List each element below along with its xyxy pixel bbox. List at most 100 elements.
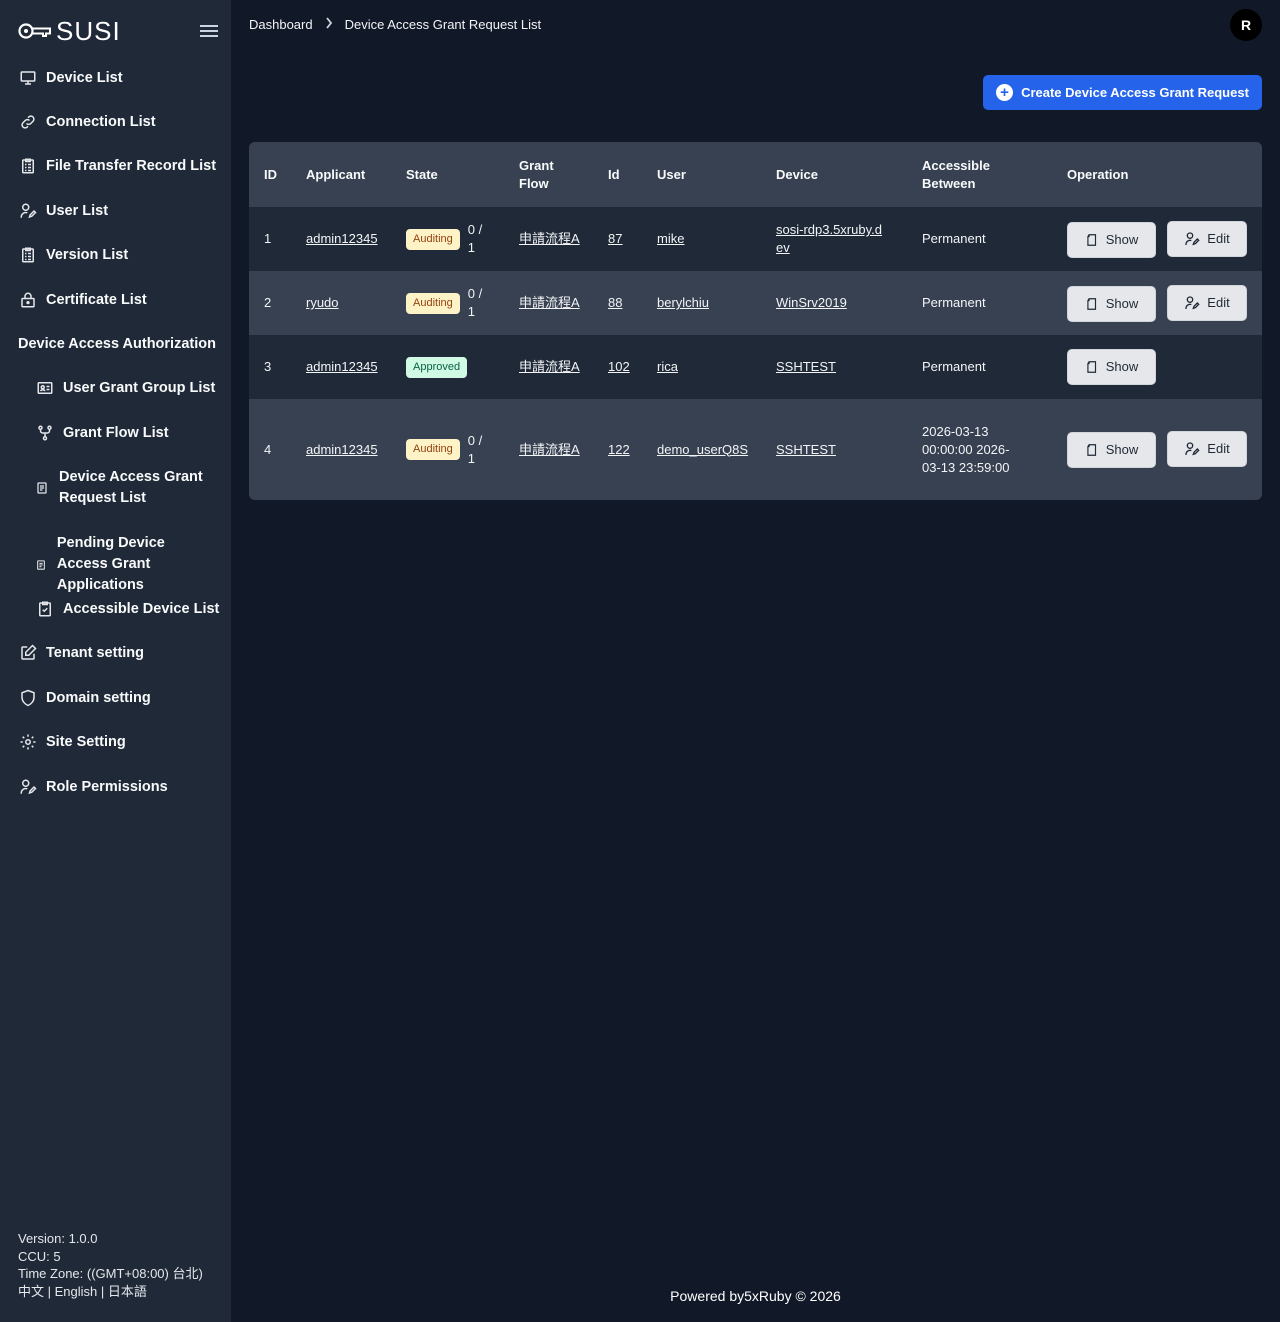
language-switcher: 中文 | English | 日本語 xyxy=(18,1283,203,1301)
cell-accessible-between: Permanent xyxy=(922,295,986,310)
create-device-access-grant-request-button[interactable]: + Create Device Access Grant Request xyxy=(983,75,1262,110)
user-link[interactable]: demo_userQ8S xyxy=(657,442,748,457)
lock-icon xyxy=(18,290,38,310)
sidebar-item-file-transfer-record-list[interactable]: File Transfer Record List xyxy=(18,156,216,176)
show-button[interactable]: Show xyxy=(1067,285,1156,322)
user-edit-icon xyxy=(18,201,38,221)
sidebar-group-device-access-authorization[interactable]: Device Access Authorization xyxy=(18,336,216,352)
sidebar-item-tenant-setting[interactable]: Tenant setting xyxy=(18,643,144,663)
user-link[interactable]: mike xyxy=(657,231,684,246)
document-icon xyxy=(1085,443,1099,457)
small-doc-icon xyxy=(35,478,49,498)
sidebar-item-label: Role Permissions xyxy=(46,779,168,795)
cell-id: 2 xyxy=(264,295,272,310)
cell-id: 4 xyxy=(264,441,272,457)
document-icon xyxy=(1085,297,1099,311)
user-edit-icon xyxy=(1184,441,1200,457)
user-edit-icon xyxy=(18,777,38,797)
cell-accessible-between: 2026-03-13 00:00:00 2026-03-13 23:59:00 xyxy=(922,423,1010,475)
device-link[interactable]: sosi-rdp3.5xruby.dev xyxy=(776,222,882,255)
device-link[interactable]: WinSrv2019 xyxy=(776,295,847,310)
breadcrumb-dashboard-link[interactable]: Dashboard xyxy=(249,17,313,32)
edit-button[interactable]: Edit xyxy=(1167,431,1247,467)
sidebar-item-site-setting[interactable]: Site Setting xyxy=(18,732,126,752)
sidebar-item-device-list[interactable]: Device List xyxy=(18,68,123,88)
sidebar-item-label: Device List xyxy=(46,70,123,86)
version-text: Version: 1.0.0 xyxy=(18,1231,98,1246)
sidebar-item-grant-flow-list[interactable]: Grant Flow List xyxy=(35,423,169,443)
column-header-id: ID xyxy=(264,166,277,182)
grant-flow-link[interactable]: 申請流程A xyxy=(519,231,580,246)
edit-button-label: Edit xyxy=(1207,230,1230,246)
grant-id-link[interactable]: 87 xyxy=(608,231,622,246)
user-link[interactable]: rica xyxy=(657,359,678,374)
sidebar-item-domain-setting[interactable]: Domain setting xyxy=(18,688,151,708)
edit-square-icon xyxy=(18,643,38,663)
applicant-link[interactable]: admin12345 xyxy=(306,359,378,374)
column-header-id-2: Id xyxy=(608,166,620,182)
sidebar-item-user-list[interactable]: User List xyxy=(18,201,108,221)
sidebar-item-label: User Grant Group List xyxy=(63,380,216,396)
table-header-row: ID Applicant State Grant Flow Id User De… xyxy=(249,142,1262,207)
show-button[interactable]: Show xyxy=(1067,432,1156,468)
id-card-icon xyxy=(35,378,55,398)
column-header-applicant: Applicant xyxy=(306,166,366,182)
show-button-label: Show xyxy=(1105,442,1139,457)
logo[interactable]: SUSI xyxy=(18,18,121,44)
small-doc-icon xyxy=(35,555,47,575)
sidebar-item-certificate-list[interactable]: Certificate List xyxy=(18,290,147,310)
lang-separator: | xyxy=(44,1283,55,1299)
grant-flow-link[interactable]: 申請流程A xyxy=(519,295,580,310)
lang-separator: | xyxy=(97,1283,108,1299)
grant-flow-link[interactable]: 申請流程A xyxy=(519,442,580,457)
lang-ja-link[interactable]: 日本語 xyxy=(108,1284,147,1299)
grant-id-link[interactable]: 88 xyxy=(608,295,622,310)
show-button[interactable]: Show xyxy=(1067,349,1156,385)
sidebar-item-device-access-grant-request-list[interactable]: Device Access Grant Request List xyxy=(35,467,215,509)
user-edit-icon xyxy=(1184,295,1200,311)
flow-branch-icon xyxy=(35,423,55,443)
applicant-link[interactable]: ryudo xyxy=(306,295,339,310)
avatar[interactable]: R xyxy=(1230,9,1262,41)
grant-id-link[interactable]: 122 xyxy=(608,442,630,457)
breadcrumb: Dashboard Device Access Grant Request Li… xyxy=(249,17,541,32)
sidebar-item-pending-device-access-grant-applications[interactable]: Pending Device Access Grant Applications xyxy=(35,533,215,596)
clipboard-list-icon xyxy=(18,245,38,265)
show-button-label: Show xyxy=(1105,359,1139,374)
table-row: 1 admin12345 Auditing 0 / 1 申請流程A 87 mike… xyxy=(249,207,1262,271)
sidebar-item-version-list[interactable]: Version List xyxy=(18,245,128,265)
sidebar-item-label: Domain setting xyxy=(46,690,151,706)
table-row: 2 ryudo Auditing 0 / 1 申請流程A 88 berylchiu… xyxy=(249,271,1262,335)
grant-id-link[interactable]: 102 xyxy=(608,359,630,374)
hamburger-menu-icon[interactable] xyxy=(200,22,218,42)
applicant-link[interactable]: admin12345 xyxy=(306,442,378,457)
grant-flow-link[interactable]: 申請流程A xyxy=(519,359,580,374)
powered-by-footer: Powered by5xRuby © 2026 xyxy=(670,1288,841,1304)
sidebar-item-connection-list[interactable]: Connection List xyxy=(18,112,156,132)
sidebar-item-role-permissions[interactable]: Role Permissions xyxy=(18,777,168,797)
lang-en-link[interactable]: English xyxy=(55,1284,98,1299)
sidebar-item-user-grant-group-list[interactable]: User Grant Group List xyxy=(35,378,215,398)
timezone-text: Time Zone: ((GMT+08:00) 台北) xyxy=(18,1266,203,1281)
edit-button-label: Edit xyxy=(1207,441,1230,456)
approval-progress: 0 / 1 xyxy=(467,222,483,255)
sidebar-item-label: Grant Flow List xyxy=(63,425,169,441)
sidebar-item-accessible-device-list[interactable]: Accessible Device List xyxy=(35,599,219,619)
sidebar-item-label: Site Setting xyxy=(46,734,126,750)
applicant-link[interactable]: admin12345 xyxy=(306,231,378,246)
monitor-icon xyxy=(18,68,38,88)
show-button[interactable]: Show xyxy=(1067,221,1156,258)
cell-accessible-between: Permanent xyxy=(922,359,986,374)
approval-progress: 0 / 1 xyxy=(467,432,483,466)
edit-button[interactable]: Edit xyxy=(1167,220,1247,257)
device-link[interactable]: SSHTEST xyxy=(776,442,836,457)
status-badge: Auditing xyxy=(406,228,460,250)
edit-button[interactable]: Edit xyxy=(1167,284,1247,321)
device-link[interactable]: SSHTEST xyxy=(776,359,836,374)
chevron-right-icon xyxy=(325,17,333,32)
sidebar-item-label: File Transfer Record List xyxy=(46,158,217,174)
user-link[interactable]: berylchiu xyxy=(657,295,709,310)
lang-zh-link[interactable]: 中文 xyxy=(18,1284,44,1299)
logo-text: SUSI xyxy=(56,16,121,46)
sidebar: SUSI Device List Connection List File Tr… xyxy=(0,0,231,1322)
